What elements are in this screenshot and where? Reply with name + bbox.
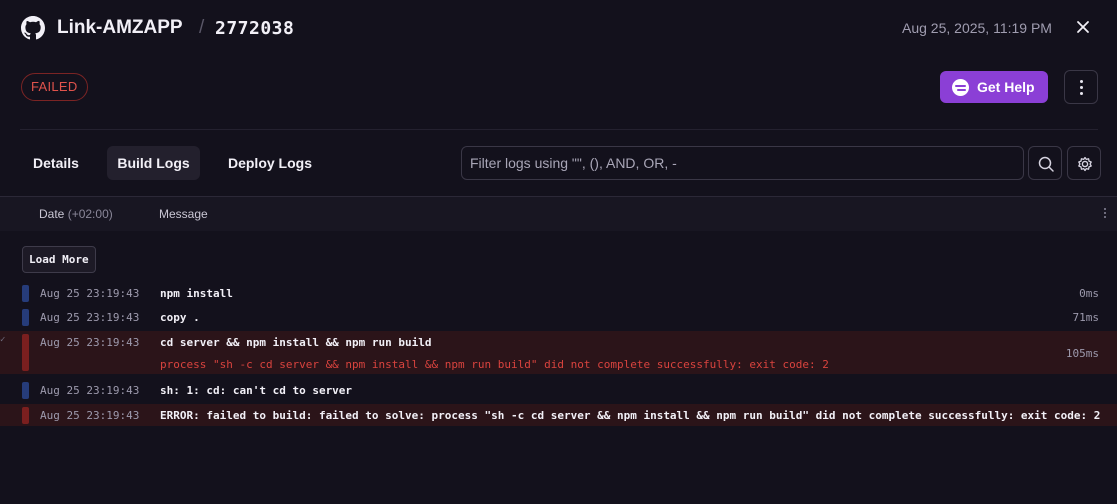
close-button[interactable] bbox=[1073, 17, 1093, 37]
log-error-detail: process "sh -c cd server && npm install … bbox=[160, 358, 829, 371]
divider bbox=[20, 129, 1098, 130]
log-date: Aug 25 23:19:43 bbox=[40, 336, 140, 349]
log-date: Aug 25 23:19:43 bbox=[40, 287, 140, 300]
log-row[interactable]: Aug 25 23:19:43 copy . 71ms bbox=[0, 306, 1117, 328]
dot bbox=[1104, 212, 1106, 214]
more-vertical-icon-dot bbox=[1080, 92, 1083, 95]
log-settings-button[interactable] bbox=[1067, 146, 1101, 180]
log-level-indicator bbox=[22, 407, 29, 424]
gear-icon bbox=[1078, 156, 1092, 172]
log-level-indicator bbox=[22, 382, 29, 399]
close-icon bbox=[1077, 21, 1089, 33]
repo-name[interactable]: Link-AMZAPP bbox=[57, 17, 183, 39]
search-button[interactable] bbox=[1028, 146, 1062, 180]
log-message: sh: 1: cd: can't cd to server bbox=[160, 384, 353, 397]
log-date: Aug 25 23:19:43 bbox=[40, 311, 140, 324]
deployment-id: 2772038 bbox=[215, 18, 295, 39]
column-message[interactable]: Message bbox=[159, 207, 208, 221]
log-message: cd server && npm install && npm run buil… bbox=[160, 336, 432, 349]
log-level-indicator bbox=[22, 309, 29, 326]
log-row[interactable]: ✓ Aug 25 23:19:43 cd server && npm insta… bbox=[0, 331, 1117, 374]
status-badge: FAILED bbox=[21, 73, 88, 101]
help-icon bbox=[952, 78, 969, 96]
deployment-timestamp: Aug 25, 2025, 11:19 PM bbox=[902, 20, 1052, 36]
breadcrumb-separator: / bbox=[199, 17, 205, 38]
get-help-label: Get Help bbox=[977, 79, 1035, 95]
log-duration: 105ms bbox=[1065, 347, 1099, 360]
log-message: copy . bbox=[160, 311, 200, 324]
tab-deploy-logs[interactable]: Deploy Logs bbox=[215, 146, 325, 180]
more-vertical-icon-dot bbox=[1080, 86, 1083, 89]
column-menu-icon[interactable] bbox=[1102, 206, 1108, 220]
log-message: npm install bbox=[160, 287, 233, 300]
log-row[interactable]: Aug 25 23:19:43 sh: 1: cd: can't cd to s… bbox=[0, 379, 1117, 401]
log-row[interactable]: Aug 25 23:19:43 npm install 0ms bbox=[0, 282, 1117, 304]
column-date[interactable]: Date (+02:00) bbox=[39, 207, 113, 221]
log-duration: 0ms bbox=[1079, 287, 1099, 300]
log-row[interactable]: Aug 25 23:19:43 ERROR: failed to build: … bbox=[0, 404, 1117, 426]
tab-build-logs[interactable]: Build Logs bbox=[107, 146, 200, 180]
column-timezone: (+02:00) bbox=[67, 207, 113, 221]
log-level-indicator bbox=[22, 334, 29, 371]
search-icon bbox=[1038, 156, 1054, 172]
tab-details[interactable]: Details bbox=[20, 146, 92, 180]
chevron-down-icon[interactable]: ✓ bbox=[0, 335, 5, 345]
dot bbox=[1104, 216, 1106, 218]
more-vertical-icon bbox=[1080, 80, 1083, 83]
github-icon bbox=[21, 16, 45, 40]
log-table-header: Date (+02:00) Message bbox=[0, 197, 1117, 231]
header: Link-AMZAPP / 2772038 Aug 25, 2025, 11:1… bbox=[0, 0, 1117, 58]
log-filter-input[interactable] bbox=[461, 146, 1024, 180]
get-help-button[interactable]: Get Help bbox=[940, 71, 1048, 103]
log-level-indicator bbox=[22, 285, 29, 302]
more-options-button[interactable] bbox=[1064, 70, 1098, 104]
column-date-label: Date bbox=[39, 207, 65, 221]
log-date: Aug 25 23:19:43 bbox=[40, 409, 140, 422]
load-more-button[interactable]: Load More bbox=[22, 246, 96, 273]
log-message: ERROR: failed to build: failed to solve:… bbox=[160, 409, 1101, 422]
log-duration: 71ms bbox=[1072, 311, 1100, 324]
dot bbox=[1104, 208, 1106, 210]
log-date: Aug 25 23:19:43 bbox=[40, 384, 140, 397]
